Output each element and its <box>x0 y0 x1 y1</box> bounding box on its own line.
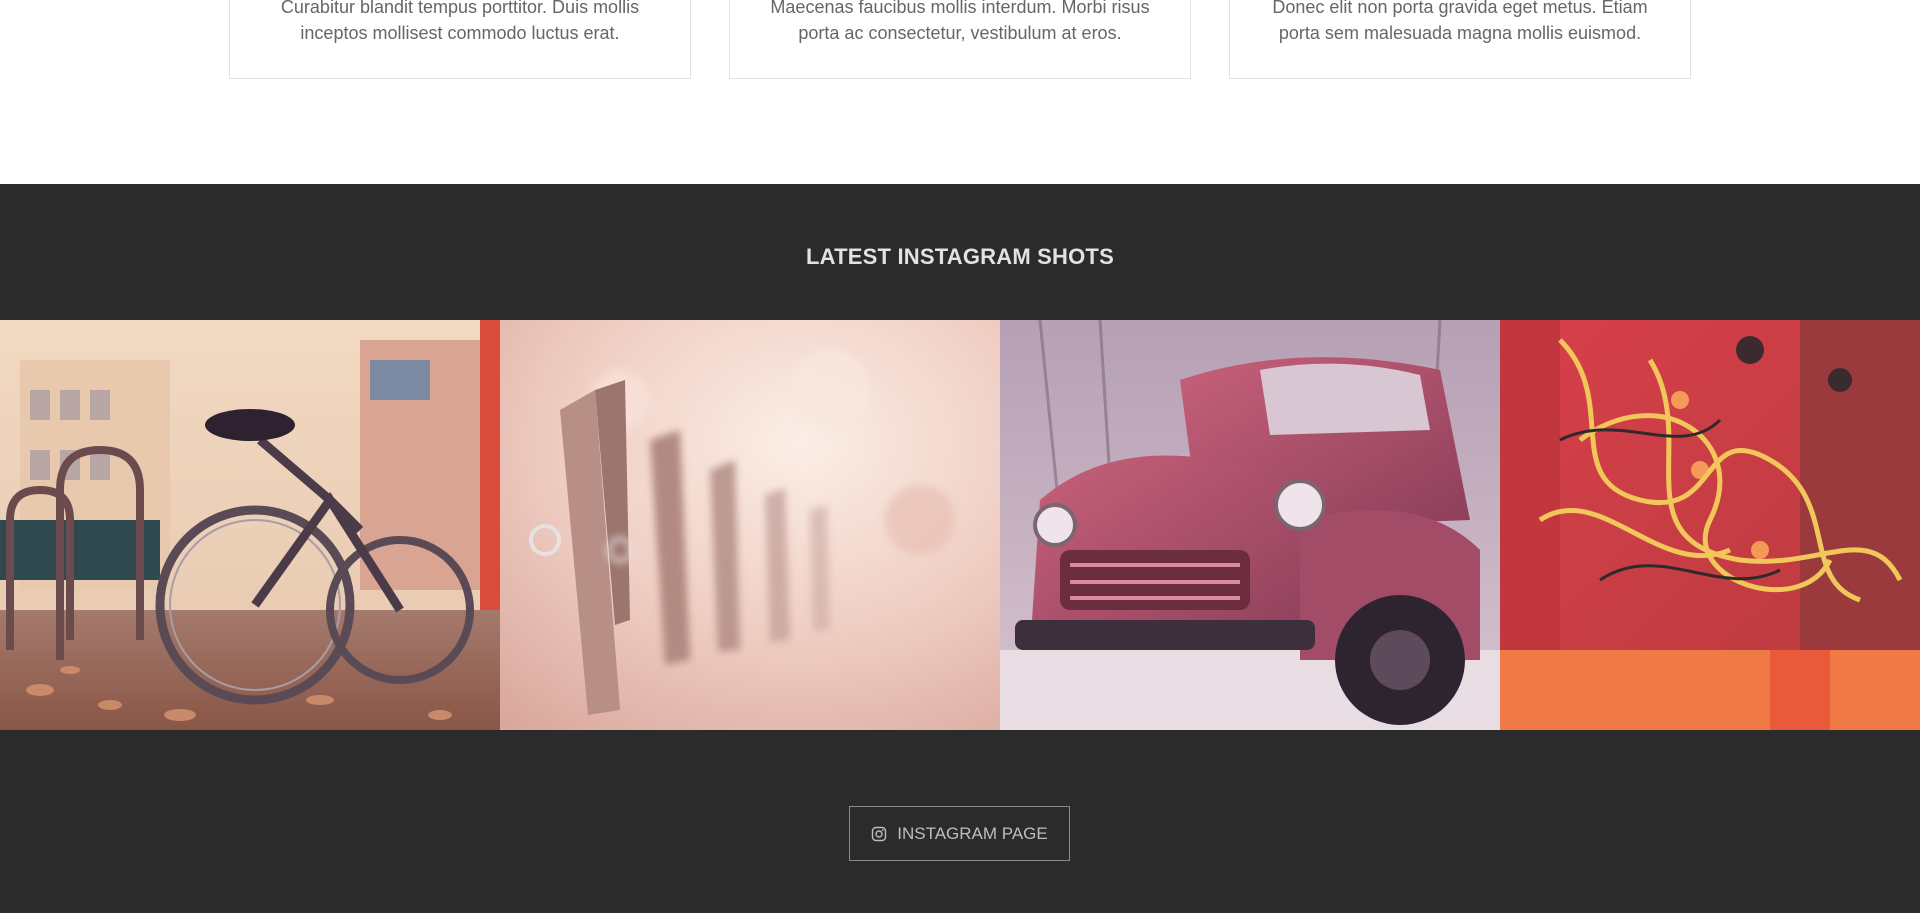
instagram-shot-clothespins[interactable] <box>500 320 1000 730</box>
feature-card: Curabitur blandit tempus porttitor. Duis… <box>229 0 691 79</box>
feature-card-text: Donec elit non porta gravida eget metus.… <box>1272 0 1648 43</box>
instagram-section: LATEST INSTAGRAM SHOTS INSTAGRAM PAGE <box>0 184 1920 913</box>
instagram-gallery <box>0 320 1920 730</box>
instagram-page-button-label: INSTAGRAM PAGE <box>897 823 1048 843</box>
feature-card: Donec elit non porta gravida eget metus.… <box>1229 0 1691 79</box>
feature-card: Maecenas faucibus mollis interdum. Morbi… <box>729 0 1191 79</box>
bicycle-photo <box>0 320 500 730</box>
feature-card-text: Maecenas faucibus mollis interdum. Morbi… <box>770 0 1150 43</box>
instagram-shot-wires[interactable] <box>1500 320 1920 730</box>
clothespins-photo <box>500 320 1000 730</box>
instagram-section-title: LATEST INSTAGRAM SHOTS <box>806 244 1114 269</box>
truck-photo <box>1000 320 1500 730</box>
instagram-shot-bicycle[interactable] <box>0 320 500 730</box>
instagram-page-button[interactable]: INSTAGRAM PAGE <box>849 806 1070 861</box>
feature-card-text: Curabitur blandit tempus porttitor. Duis… <box>280 0 640 43</box>
features-section: Curabitur blandit tempus porttitor. Duis… <box>0 0 1920 184</box>
instagram-shot-truck[interactable] <box>1000 320 1500 730</box>
wires-photo <box>1500 320 1920 730</box>
instagram-icon <box>872 826 887 841</box>
